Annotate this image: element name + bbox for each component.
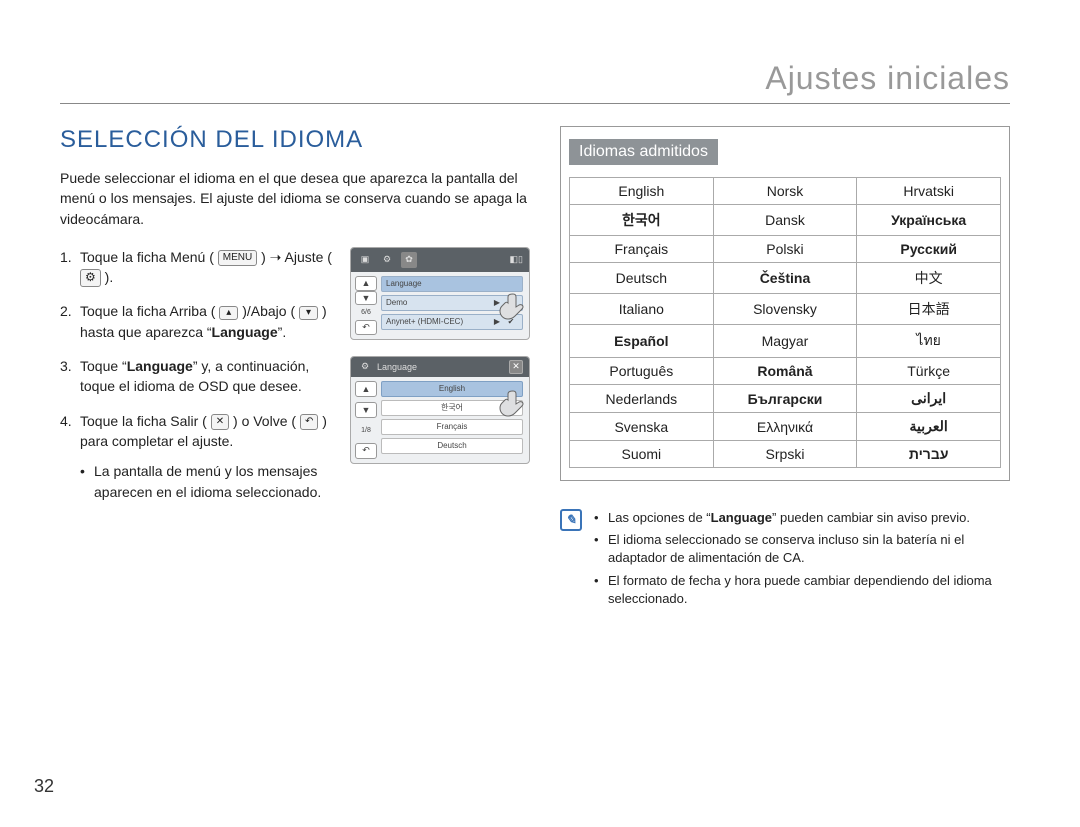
language-cell: Български: [713, 385, 857, 413]
settings-tab-icon: ✿: [401, 252, 417, 268]
page-indicator: 6/6: [355, 305, 377, 320]
back-button[interactable]: ↶: [355, 443, 377, 459]
screenshots-column: ▣ ⚙ ✿ ◧▯ ▲ ▼ 6/6 ↶: [350, 247, 530, 520]
language-cell: Srpski: [713, 441, 857, 468]
intro-text: Puede seleccionar el idioma en el que de…: [60, 168, 530, 229]
header-title: Ajustes iniciales: [60, 60, 1010, 97]
supported-languages-box: Idiomas admitidos EnglishNorskHrvatski 한국…: [560, 126, 1010, 481]
left-column: SELECCIÓN DEL IDIOMA Puede seleccionar e…: [60, 126, 530, 612]
language-cell: Ελληνικά: [713, 413, 857, 441]
close-button[interactable]: ✕: [509, 360, 523, 374]
back-button[interactable]: ↶: [355, 320, 377, 335]
step-number: 2.: [60, 301, 80, 342]
languages-table: EnglishNorskHrvatski 한국어DanskУкраїнська Fr…: [569, 177, 1001, 468]
language-cell: Română: [713, 358, 857, 385]
language-cell: العربية: [857, 413, 1001, 441]
back-key-icon: ↶: [300, 414, 318, 430]
language-cell: 中文: [857, 263, 1001, 294]
up-button[interactable]: ▲: [355, 381, 377, 397]
step-number: 3.: [60, 356, 80, 397]
language-cell: Español: [570, 325, 714, 358]
language-cell: Hrvatski: [857, 178, 1001, 205]
language-cell: Norsk: [713, 178, 857, 205]
language-cell: ایرانی: [857, 385, 1001, 413]
camera-icon: ▣: [357, 252, 373, 268]
page-number: 32: [34, 776, 54, 797]
step-body: Toque la ficha Salir ( ✕ ) o Volve ( ↶ )…: [80, 411, 338, 506]
down-button[interactable]: ▼: [355, 402, 377, 418]
language-cell: Slovensky: [713, 294, 857, 325]
language-cell: Русский: [857, 236, 1001, 263]
gear-icon: ⚙: [357, 359, 373, 375]
language-cell: Svenska: [570, 413, 714, 441]
language-cell: Polski: [713, 236, 857, 263]
sub-bullet: La pantalla de menú y los mensajes apare…: [80, 461, 338, 502]
right-column: Idiomas admitidos EnglishNorskHrvatski 한국…: [560, 126, 1010, 612]
x-key-icon: ✕: [211, 414, 229, 430]
notes-block: ✎ Las opciones de “Language” pueden camb…: [560, 509, 1010, 612]
key-menu-icon: MENU: [218, 250, 257, 266]
screenshot-title: Language: [377, 362, 417, 372]
touch-finger-icon: [495, 387, 530, 427]
up-key-icon: ▴: [219, 306, 238, 320]
step-number: 4.: [60, 411, 80, 506]
down-key-icon: ▾: [299, 306, 318, 320]
note-item: Las opciones de “Language” pueden cambia…: [594, 509, 1010, 527]
step-body: Toque la ficha Menú ( MENU ) ➝ Ajuste ( …: [80, 247, 338, 288]
language-cell: Dansk: [713, 205, 857, 236]
step-body: Toque la ficha Arriba ( ▴ )/Abajo ( ▾ ) …: [80, 301, 338, 342]
language-cell: 한국어: [570, 205, 714, 236]
note-item: El idioma seleccionado se conserva inclu…: [594, 531, 1010, 567]
header-rule: [60, 103, 1010, 104]
note-icon: ✎: [560, 509, 582, 531]
film-icon: ⚙: [379, 252, 395, 268]
up-button[interactable]: ▲: [355, 276, 377, 291]
language-cell: Deutsch: [570, 263, 714, 294]
touch-finger-icon: [495, 290, 530, 330]
language-cell: Suomi: [570, 441, 714, 468]
two-column-layout: SELECCIÓN DEL IDIOMA Puede seleccionar e…: [60, 126, 1010, 612]
down-button[interactable]: ▼: [355, 291, 377, 306]
steps-list: 1. Toque la ficha Menú ( MENU ) ➝ Ajuste…: [60, 247, 338, 506]
step-number: 1.: [60, 247, 80, 288]
language-cell: ไทย: [857, 325, 1001, 358]
language-cell: Čeština: [713, 263, 857, 294]
manual-page: Ajustes iniciales SELECCIÓN DEL IDIOMA P…: [0, 0, 1080, 827]
step-body: Toque “Language” y, a continuación, toqu…: [80, 356, 338, 397]
gear-icon: [80, 269, 101, 287]
language-cell: Français: [570, 236, 714, 263]
page-indicator: 1/8: [355, 422, 377, 438]
note-item: El formato de fecha y hora puede cambiar…: [594, 572, 1010, 608]
language-cell: עברית: [857, 441, 1001, 468]
screenshot-settings-menu: ▣ ⚙ ✿ ◧▯ ▲ ▼ 6/6 ↶: [350, 247, 530, 340]
battery-icon: ◧▯: [510, 254, 523, 265]
section-title: SELECCIÓN DEL IDIOMA: [60, 126, 530, 154]
language-cell: Magyar: [713, 325, 857, 358]
language-cell: Türkçe: [857, 358, 1001, 385]
language-cell: Nederlands: [570, 385, 714, 413]
language-cell: 日本語: [857, 294, 1001, 325]
language-cell: Português: [570, 358, 714, 385]
language-cell: Italiano: [570, 294, 714, 325]
lang-row-german[interactable]: Deutsch: [381, 438, 523, 454]
supported-badge: Idiomas admitidos: [569, 139, 718, 165]
language-cell: English: [570, 178, 714, 205]
screenshot-language-list: ⚙ Language ✕ ▲ ▼ 1/8 ↶: [350, 356, 530, 464]
language-cell: Українська: [857, 205, 1001, 236]
notes-list: Las opciones de “Language” pueden cambia…: [594, 509, 1010, 612]
